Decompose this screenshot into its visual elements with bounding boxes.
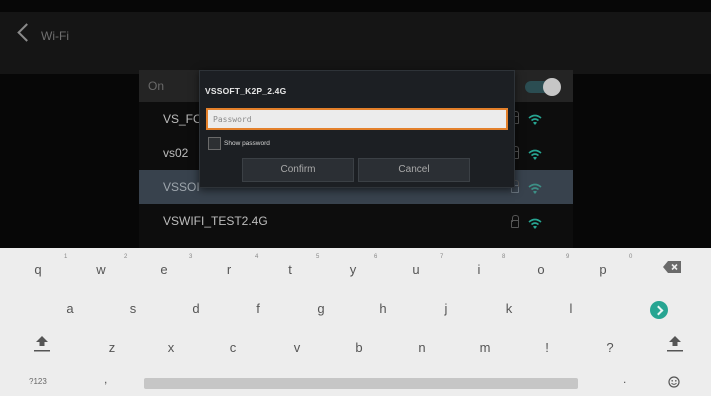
shift-icon[interactable] <box>663 333 687 353</box>
key-hint: 5 <box>316 254 320 260</box>
back-arrow-icon[interactable] <box>14 22 36 44</box>
title-bar <box>0 12 711 74</box>
key-j[interactable]: j <box>426 294 466 324</box>
network-ssid: VS_FO <box>163 112 203 126</box>
backspace-icon[interactable] <box>662 260 682 274</box>
show-password-label: Show password <box>224 140 270 147</box>
key-t[interactable]: t <box>270 255 310 285</box>
comma-key[interactable]: , <box>104 372 107 386</box>
page-title: Wi-Fi <box>41 29 69 43</box>
key-exclamation[interactable]: ! <box>527 333 567 363</box>
key-hint: 0 <box>629 254 633 260</box>
show-password-checkbox[interactable] <box>208 137 221 150</box>
key-s[interactable]: s <box>113 294 153 324</box>
key-hint: 3 <box>189 254 193 260</box>
spacebar[interactable] <box>144 378 578 389</box>
key-u[interactable]: u <box>396 255 436 285</box>
wifi-password-dialog: VSSOFT_K2P_2.4G Show password Confirm Ca… <box>199 70 515 188</box>
wifi-toggle[interactable] <box>525 78 561 96</box>
confirm-button[interactable]: Confirm <box>242 158 354 182</box>
key-h[interactable]: h <box>363 294 403 324</box>
key-g[interactable]: g <box>301 294 341 324</box>
key-m[interactable]: m <box>465 333 505 363</box>
key-hint: 8 <box>502 254 506 260</box>
key-hint: 2 <box>124 254 128 260</box>
dialog-title: VSSOFT_K2P_2.4G <box>205 86 287 96</box>
network-ssid: VSSOI <box>163 180 200 194</box>
key-c[interactable]: c <box>213 333 253 363</box>
period-key[interactable]: . <box>623 372 626 386</box>
key-hint: 4 <box>255 254 259 260</box>
key-f[interactable]: f <box>238 294 278 324</box>
key-b[interactable]: b <box>339 333 379 363</box>
key-l[interactable]: l <box>551 294 591 324</box>
key-hint: 1 <box>64 254 68 260</box>
key-p[interactable]: p <box>583 255 623 285</box>
emoji-icon[interactable] <box>668 376 680 388</box>
key-a[interactable]: a <box>50 294 90 324</box>
wifi-signal-icon <box>528 218 542 229</box>
symbols-key[interactable]: ?123 <box>29 377 47 386</box>
key-w[interactable]: w <box>81 255 121 285</box>
key-i[interactable]: i <box>459 255 499 285</box>
key-o[interactable]: o <box>521 255 561 285</box>
wifi-signal-icon <box>528 114 542 125</box>
wifi-on-label: On <box>148 79 165 93</box>
key-question[interactable]: ? <box>590 333 630 363</box>
key-hint: 6 <box>374 254 378 260</box>
key-q[interactable]: q <box>18 255 58 285</box>
key-k[interactable]: k <box>489 294 529 324</box>
wifi-signal-icon <box>528 149 542 160</box>
key-d[interactable]: d <box>176 294 216 324</box>
key-v[interactable]: v <box>277 333 317 363</box>
wifi-network-row[interactable]: VSWIFI_TEST2.4G <box>139 204 573 238</box>
key-r[interactable]: r <box>209 255 249 285</box>
enter-key-icon[interactable] <box>650 301 668 319</box>
cancel-button[interactable]: Cancel <box>358 158 470 182</box>
network-ssid: VSWIFI_TEST2.4G <box>163 214 268 228</box>
key-hint: 9 <box>566 254 570 260</box>
shift-icon[interactable] <box>30 333 54 353</box>
lock-icon <box>511 215 519 228</box>
key-z[interactable]: z <box>92 333 132 363</box>
key-y[interactable]: y <box>333 255 373 285</box>
password-input[interactable] <box>206 108 508 130</box>
key-n[interactable]: n <box>402 333 442 363</box>
key-e[interactable]: e <box>144 255 184 285</box>
key-x[interactable]: x <box>151 333 191 363</box>
wifi-signal-icon <box>528 183 542 194</box>
network-ssid: vs02 <box>163 146 189 160</box>
key-hint: 7 <box>440 254 444 260</box>
